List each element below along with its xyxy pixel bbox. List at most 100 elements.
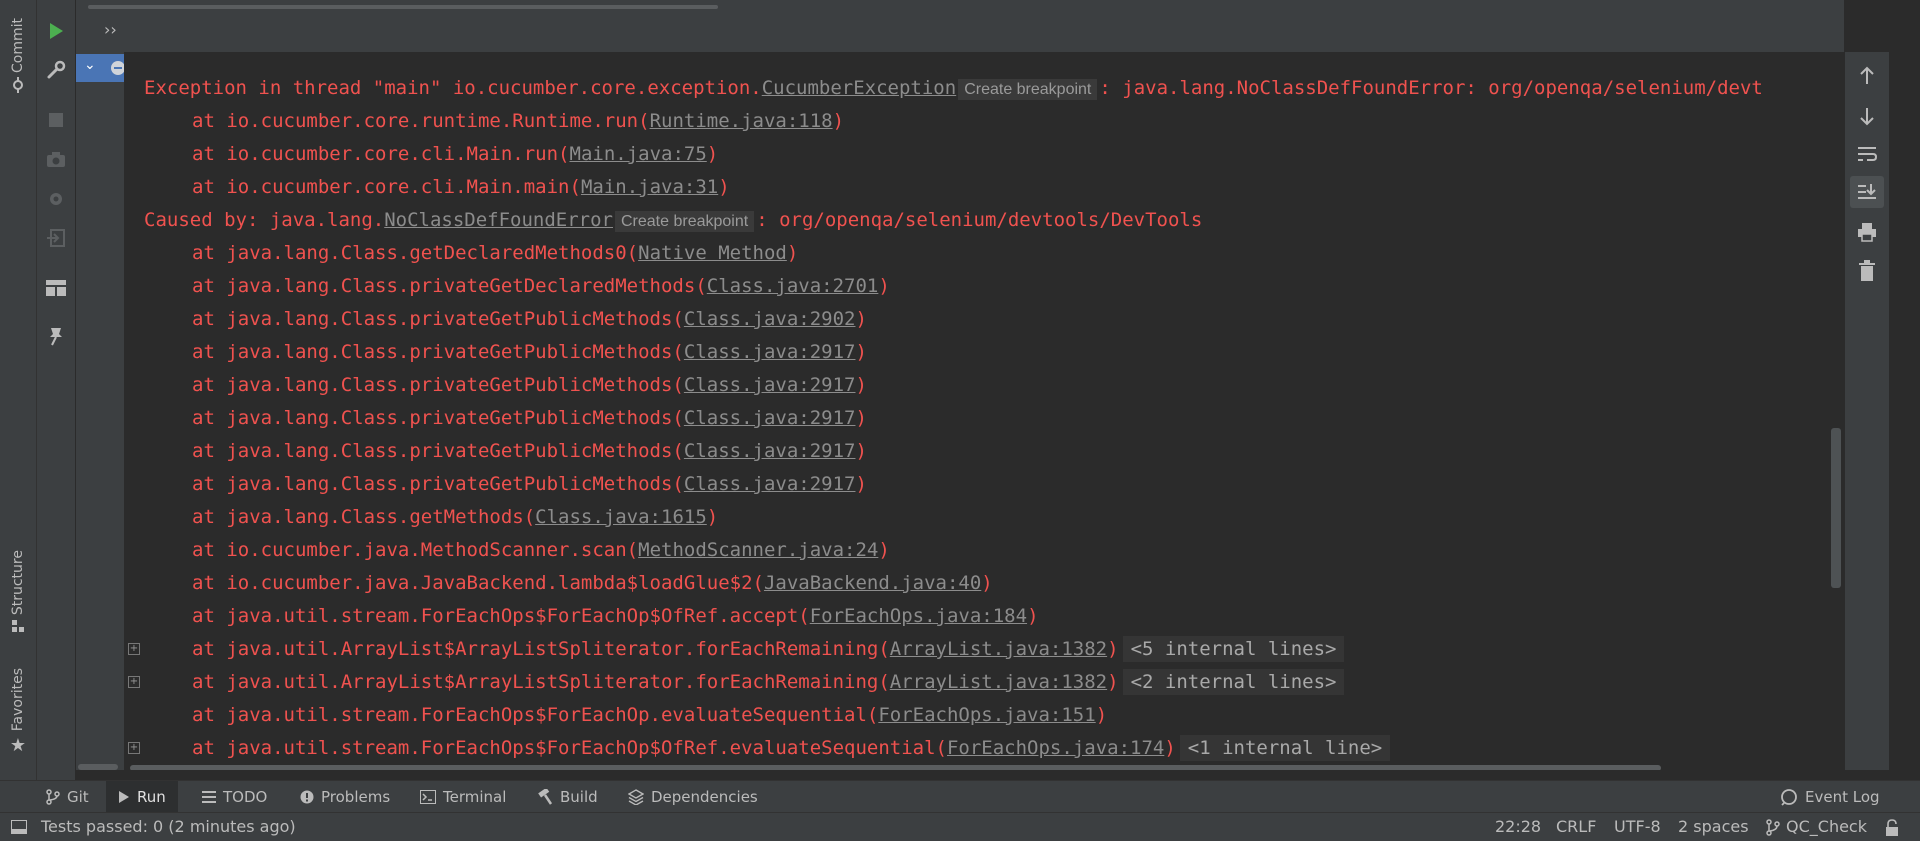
frame-text-suffix: ) bbox=[855, 473, 867, 495]
console-horizontal-scrollbar[interactable] bbox=[130, 765, 1661, 770]
frame-text-suffix: ) bbox=[1107, 671, 1119, 693]
event-log-tab[interactable]: Event Log bbox=[1780, 781, 1880, 813]
soft-wrap-icon[interactable] bbox=[1856, 144, 1878, 164]
scroll-to-end-button[interactable] bbox=[1850, 176, 1884, 208]
frame-text-suffix: ) bbox=[855, 407, 867, 429]
trash-icon[interactable] bbox=[1858, 260, 1876, 282]
indent-setting[interactable]: 2 spaces bbox=[1678, 813, 1749, 841]
tab-terminal[interactable]: Terminal bbox=[420, 781, 506, 813]
debug-bug-icon[interactable] bbox=[45, 188, 67, 210]
vcs-branch[interactable]: QC_Check bbox=[1786, 813, 1867, 841]
favorites-tool-tab[interactable]: Favorites ★ bbox=[0, 668, 36, 756]
frame-text: at io.cucumber.java.MethodScanner.scan( bbox=[192, 539, 639, 561]
source-link[interactable]: Class.java:2917 bbox=[684, 374, 856, 396]
status-bar: Tests passed: 0 (2 minutes ago) 22:28 CR… bbox=[0, 812, 1920, 841]
source-link[interactable]: ArrayList.java:1382 bbox=[890, 671, 1107, 693]
frame-text: at io.cucumber.core.runtime.Runtime.run( bbox=[192, 110, 650, 132]
create-breakpoint-chip[interactable]: Create breakpoint bbox=[615, 211, 755, 232]
event-log-icon bbox=[1781, 789, 1797, 806]
tab-problems[interactable]: Problems bbox=[300, 781, 390, 813]
layout-icon[interactable] bbox=[45, 277, 67, 299]
expand-fold-icon[interactable]: + bbox=[128, 742, 140, 754]
tab-problems-label: Problems bbox=[321, 788, 391, 806]
star-icon: ★ bbox=[9, 735, 27, 757]
arrow-down-icon[interactable] bbox=[1858, 106, 1876, 126]
source-link[interactable]: Class.java:2917 bbox=[684, 407, 856, 429]
frame-text: at java.lang.Class.getDeclaredMethods0( bbox=[192, 242, 639, 264]
console-stack-frame: at java.lang.Class.privateGetPublicMetho… bbox=[192, 468, 867, 501]
source-link[interactable]: CucumberException bbox=[762, 77, 956, 99]
line-separator[interactable]: CRLF bbox=[1556, 813, 1596, 841]
tab-git[interactable]: Git bbox=[46, 781, 89, 813]
wrench-icon[interactable] bbox=[45, 59, 67, 81]
stop-icon[interactable] bbox=[45, 109, 67, 131]
login-icon[interactable] bbox=[45, 227, 67, 249]
source-link[interactable]: Class.java:2917 bbox=[684, 341, 856, 363]
create-breakpoint-chip[interactable]: Create breakpoint bbox=[958, 79, 1098, 100]
more-glyph[interactable]: ›› bbox=[104, 20, 117, 39]
file-encoding[interactable]: UTF-8 bbox=[1614, 813, 1661, 841]
source-link[interactable]: ForEachOps.java:174 bbox=[947, 737, 1164, 759]
top-scrollbar[interactable] bbox=[88, 5, 718, 9]
commit-tab-label: Commit bbox=[10, 18, 26, 73]
status-message[interactable]: Tests passed: 0 (2 minutes ago) bbox=[41, 813, 296, 841]
source-link[interactable]: NoClassDefFoundError bbox=[384, 209, 613, 231]
source-link[interactable]: Main.java:31 bbox=[581, 176, 718, 198]
source-link[interactable]: Class.java:2701 bbox=[707, 275, 879, 297]
console-stack-frame: at io.cucumber.core.cli.Main.main(Main.j… bbox=[192, 171, 730, 204]
test-tree-panel: ⌄ bbox=[76, 52, 125, 770]
commit-tool-tab[interactable]: Commit bbox=[0, 18, 36, 93]
print-icon[interactable] bbox=[1857, 222, 1877, 242]
frame-text: at java.util.ArrayList$ArrayListSplitera… bbox=[192, 671, 890, 693]
source-link[interactable]: Class.java:2917 bbox=[684, 473, 856, 495]
internal-lines-fold[interactable]: <5 internal lines> bbox=[1122, 636, 1345, 662]
tab-build[interactable]: Build bbox=[537, 781, 598, 813]
source-link[interactable]: JavaBackend.java:40 bbox=[764, 572, 981, 594]
source-link[interactable]: Runtime.java:118 bbox=[650, 110, 833, 132]
tab-dependencies-label: Dependencies bbox=[651, 788, 758, 806]
source-link[interactable]: ForEachOps.java:151 bbox=[878, 704, 1095, 726]
expand-fold-icon[interactable]: + bbox=[128, 676, 140, 688]
pin-icon[interactable] bbox=[45, 325, 67, 347]
source-link[interactable]: Class.java:1615 bbox=[535, 506, 707, 528]
caret-position[interactable]: 22:28 bbox=[1495, 813, 1541, 841]
console-stack-frame: at java.lang.Class.privateGetPublicMetho… bbox=[192, 369, 867, 402]
frame-text: at java.util.ArrayList$ArrayListSplitera… bbox=[192, 638, 890, 660]
tree-horizontal-scrollbar[interactable] bbox=[78, 764, 118, 770]
frame-text-suffix: ) bbox=[878, 539, 890, 561]
run-toolbar bbox=[37, 0, 76, 780]
source-link[interactable]: Native Method bbox=[638, 242, 787, 264]
camera-icon[interactable] bbox=[45, 149, 67, 171]
arrow-up-icon[interactable] bbox=[1858, 66, 1876, 86]
source-link[interactable]: ArrayList.java:1382 bbox=[890, 638, 1107, 660]
tab-run[interactable]: Run bbox=[106, 781, 178, 813]
structure-tool-tab[interactable]: Structure bbox=[0, 550, 36, 633]
source-link[interactable]: Class.java:2917 bbox=[684, 440, 856, 462]
toggle-tool-windows-icon[interactable] bbox=[11, 820, 27, 834]
source-link[interactable]: Class.java:2902 bbox=[684, 308, 856, 330]
tab-dependencies[interactable]: Dependencies bbox=[628, 781, 758, 813]
rerun-icon[interactable] bbox=[45, 20, 67, 42]
frame-text-suffix: ) bbox=[718, 176, 730, 198]
frame-text-suffix: ) bbox=[706, 506, 719, 528]
console-stack-frame: at java.util.stream.ForEachOps$ForEachOp… bbox=[192, 699, 1107, 732]
test-tree-root-row[interactable]: ⌄ bbox=[76, 54, 125, 82]
source-link[interactable]: ForEachOps.java:184 bbox=[810, 605, 1027, 627]
source-link[interactable]: MethodScanner.java:24 bbox=[638, 539, 878, 561]
tab-todo[interactable]: TODO bbox=[202, 781, 267, 813]
frame-text: at java.util.stream.ForEachOps$ForEachOp… bbox=[192, 704, 879, 726]
internal-lines-fold[interactable]: <2 internal lines> bbox=[1122, 669, 1345, 695]
console-stack-frame: at java.lang.Class.privateGetDeclaredMet… bbox=[192, 270, 890, 303]
chevron-down-icon[interactable]: ⌄ bbox=[84, 57, 96, 73]
lock-icon[interactable] bbox=[1884, 819, 1900, 837]
frame-text: at java.lang.Class.privateGetPublicMetho… bbox=[192, 308, 684, 330]
console-stack-frame: at java.lang.Class.getMethods(Class.java… bbox=[192, 501, 718, 534]
scroll-to-end-icon bbox=[1858, 184, 1876, 199]
expand-fold-icon[interactable]: + bbox=[128, 643, 140, 655]
frame-text-suffix: ) bbox=[855, 440, 867, 462]
console-output[interactable]: Exception in thread "main" io.cucumber.c… bbox=[124, 52, 1844, 770]
info-icon bbox=[300, 790, 314, 804]
internal-lines-fold[interactable]: <1 internal line> bbox=[1179, 735, 1391, 761]
console-vertical-scrollbar[interactable] bbox=[1831, 428, 1841, 588]
source-link[interactable]: Main.java:75 bbox=[570, 143, 707, 165]
